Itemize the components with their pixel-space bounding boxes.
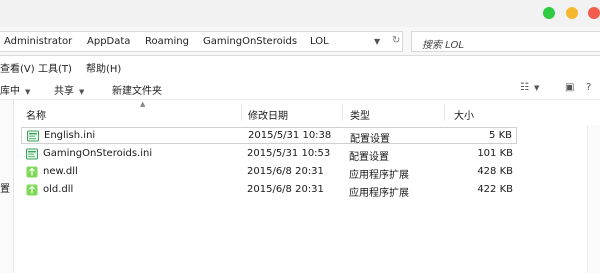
file-size: 428 KB [477, 166, 513, 177]
refresh-icon[interactable]: ↻ [392, 35, 400, 46]
chevron-down-icon: ▼ [79, 88, 85, 96]
preview-pane-icon[interactable]: ▣ [565, 82, 574, 93]
table-row[interactable]: new.dll 2015/6/8 20:31 应用程序扩展 428 KB [21, 164, 517, 181]
table-row[interactable]: GamingOnSteroids.ini 2015/5/31 10:53 配置设… [21, 146, 517, 163]
sort-ascending-icon: ▲ [140, 100, 146, 108]
column-size[interactable]: 大小 [454, 107, 474, 122]
search-input[interactable]: 搜索 LOL [422, 36, 464, 51]
breadcrumb-roaming[interactable]: Roaming [145, 36, 189, 47]
file-type: 配置设置 [349, 152, 389, 163]
file-name: new.dll [43, 166, 78, 177]
ini-file-icon [26, 148, 38, 160]
file-modified: 2015/5/31 10:38 [248, 130, 332, 141]
share-button[interactable]: 共享 ▼ [54, 82, 84, 97]
command-bar: 库中 ▼ 共享 ▼ 新建文件夹 ☷ ▼ ▣ ? [0, 76, 600, 100]
file-name: old.dll [43, 184, 74, 195]
file-modified: 2015/5/31 10:53 [247, 148, 331, 159]
dll-file-icon [26, 166, 38, 178]
breadcrumb-lol[interactable]: LOL [310, 36, 329, 47]
chevron-down-icon: ▼ [25, 88, 31, 96]
navigation-pane[interactable]: 置 [0, 100, 14, 273]
breadcrumb-appdata[interactable]: AppData [87, 36, 130, 47]
table-row[interactable]: English.ini 2015/5/31 10:38 配置设置 5 KB [21, 127, 517, 145]
file-type: 应用程序扩展 [349, 188, 409, 199]
breadcrumb[interactable]: Administrator AppData Roaming GamingOnSt… [0, 31, 403, 52]
title-bar [0, 0, 600, 27]
search-box[interactable]: 搜索 LOL [411, 31, 600, 52]
column-divider[interactable] [342, 104, 343, 121]
address-bar: Administrator AppData Roaming GamingOnSt… [0, 27, 600, 56]
menu-tools[interactable]: 工具(T) [38, 60, 72, 75]
share-label: 共享 [54, 86, 74, 97]
file-name: English.ini [44, 130, 96, 141]
include-in-library-button[interactable]: 库中 ▼ [0, 82, 30, 97]
dll-file-icon [26, 184, 38, 196]
file-type: 配置设置 [350, 134, 390, 145]
column-divider[interactable] [241, 104, 242, 121]
maximize-button[interactable] [543, 7, 555, 19]
minimize-button[interactable] [566, 7, 578, 19]
column-name[interactable]: 名称 [26, 107, 46, 122]
column-divider[interactable] [444, 104, 445, 121]
breadcrumb-gamingonsteroids[interactable]: GamingOnSteroids [203, 36, 297, 47]
nav-item-label[interactable]: 置 [0, 180, 10, 195]
close-button[interactable] [588, 7, 600, 19]
menu-bar: 查看(V) 工具(T) 帮助(H) [0, 56, 600, 76]
column-modified[interactable]: 修改日期 [248, 107, 288, 122]
vertical-scrollbar[interactable] [587, 125, 600, 273]
file-size: 422 KB [477, 184, 513, 195]
view-options-icon[interactable]: ☷ [520, 82, 529, 93]
table-row[interactable]: old.dll 2015/6/8 20:31 应用程序扩展 422 KB [21, 182, 517, 199]
file-modified: 2015/6/8 20:31 [247, 184, 324, 195]
column-header: ▲ 名称 修改日期 类型 大小 [14, 100, 600, 125]
chevron-down-icon[interactable]: ▼ [374, 37, 380, 46]
menu-view[interactable]: 查看(V) [0, 60, 35, 75]
file-name: GamingOnSteroids.ini [43, 148, 153, 159]
menu-help[interactable]: 帮助(H) [86, 60, 121, 75]
file-size: 5 KB [489, 130, 512, 141]
breadcrumb-administrator[interactable]: Administrator [4, 36, 72, 47]
help-icon[interactable]: ? [586, 82, 591, 93]
file-size: 101 KB [477, 148, 513, 159]
file-modified: 2015/6/8 20:31 [247, 166, 324, 177]
file-type: 应用程序扩展 [349, 170, 409, 181]
chevron-down-icon[interactable]: ▼ [534, 84, 539, 92]
ini-file-icon [27, 130, 39, 142]
column-type[interactable]: 类型 [350, 107, 370, 122]
include-in-library-label: 库中 [0, 86, 20, 97]
new-folder-button[interactable]: 新建文件夹 [112, 82, 162, 97]
